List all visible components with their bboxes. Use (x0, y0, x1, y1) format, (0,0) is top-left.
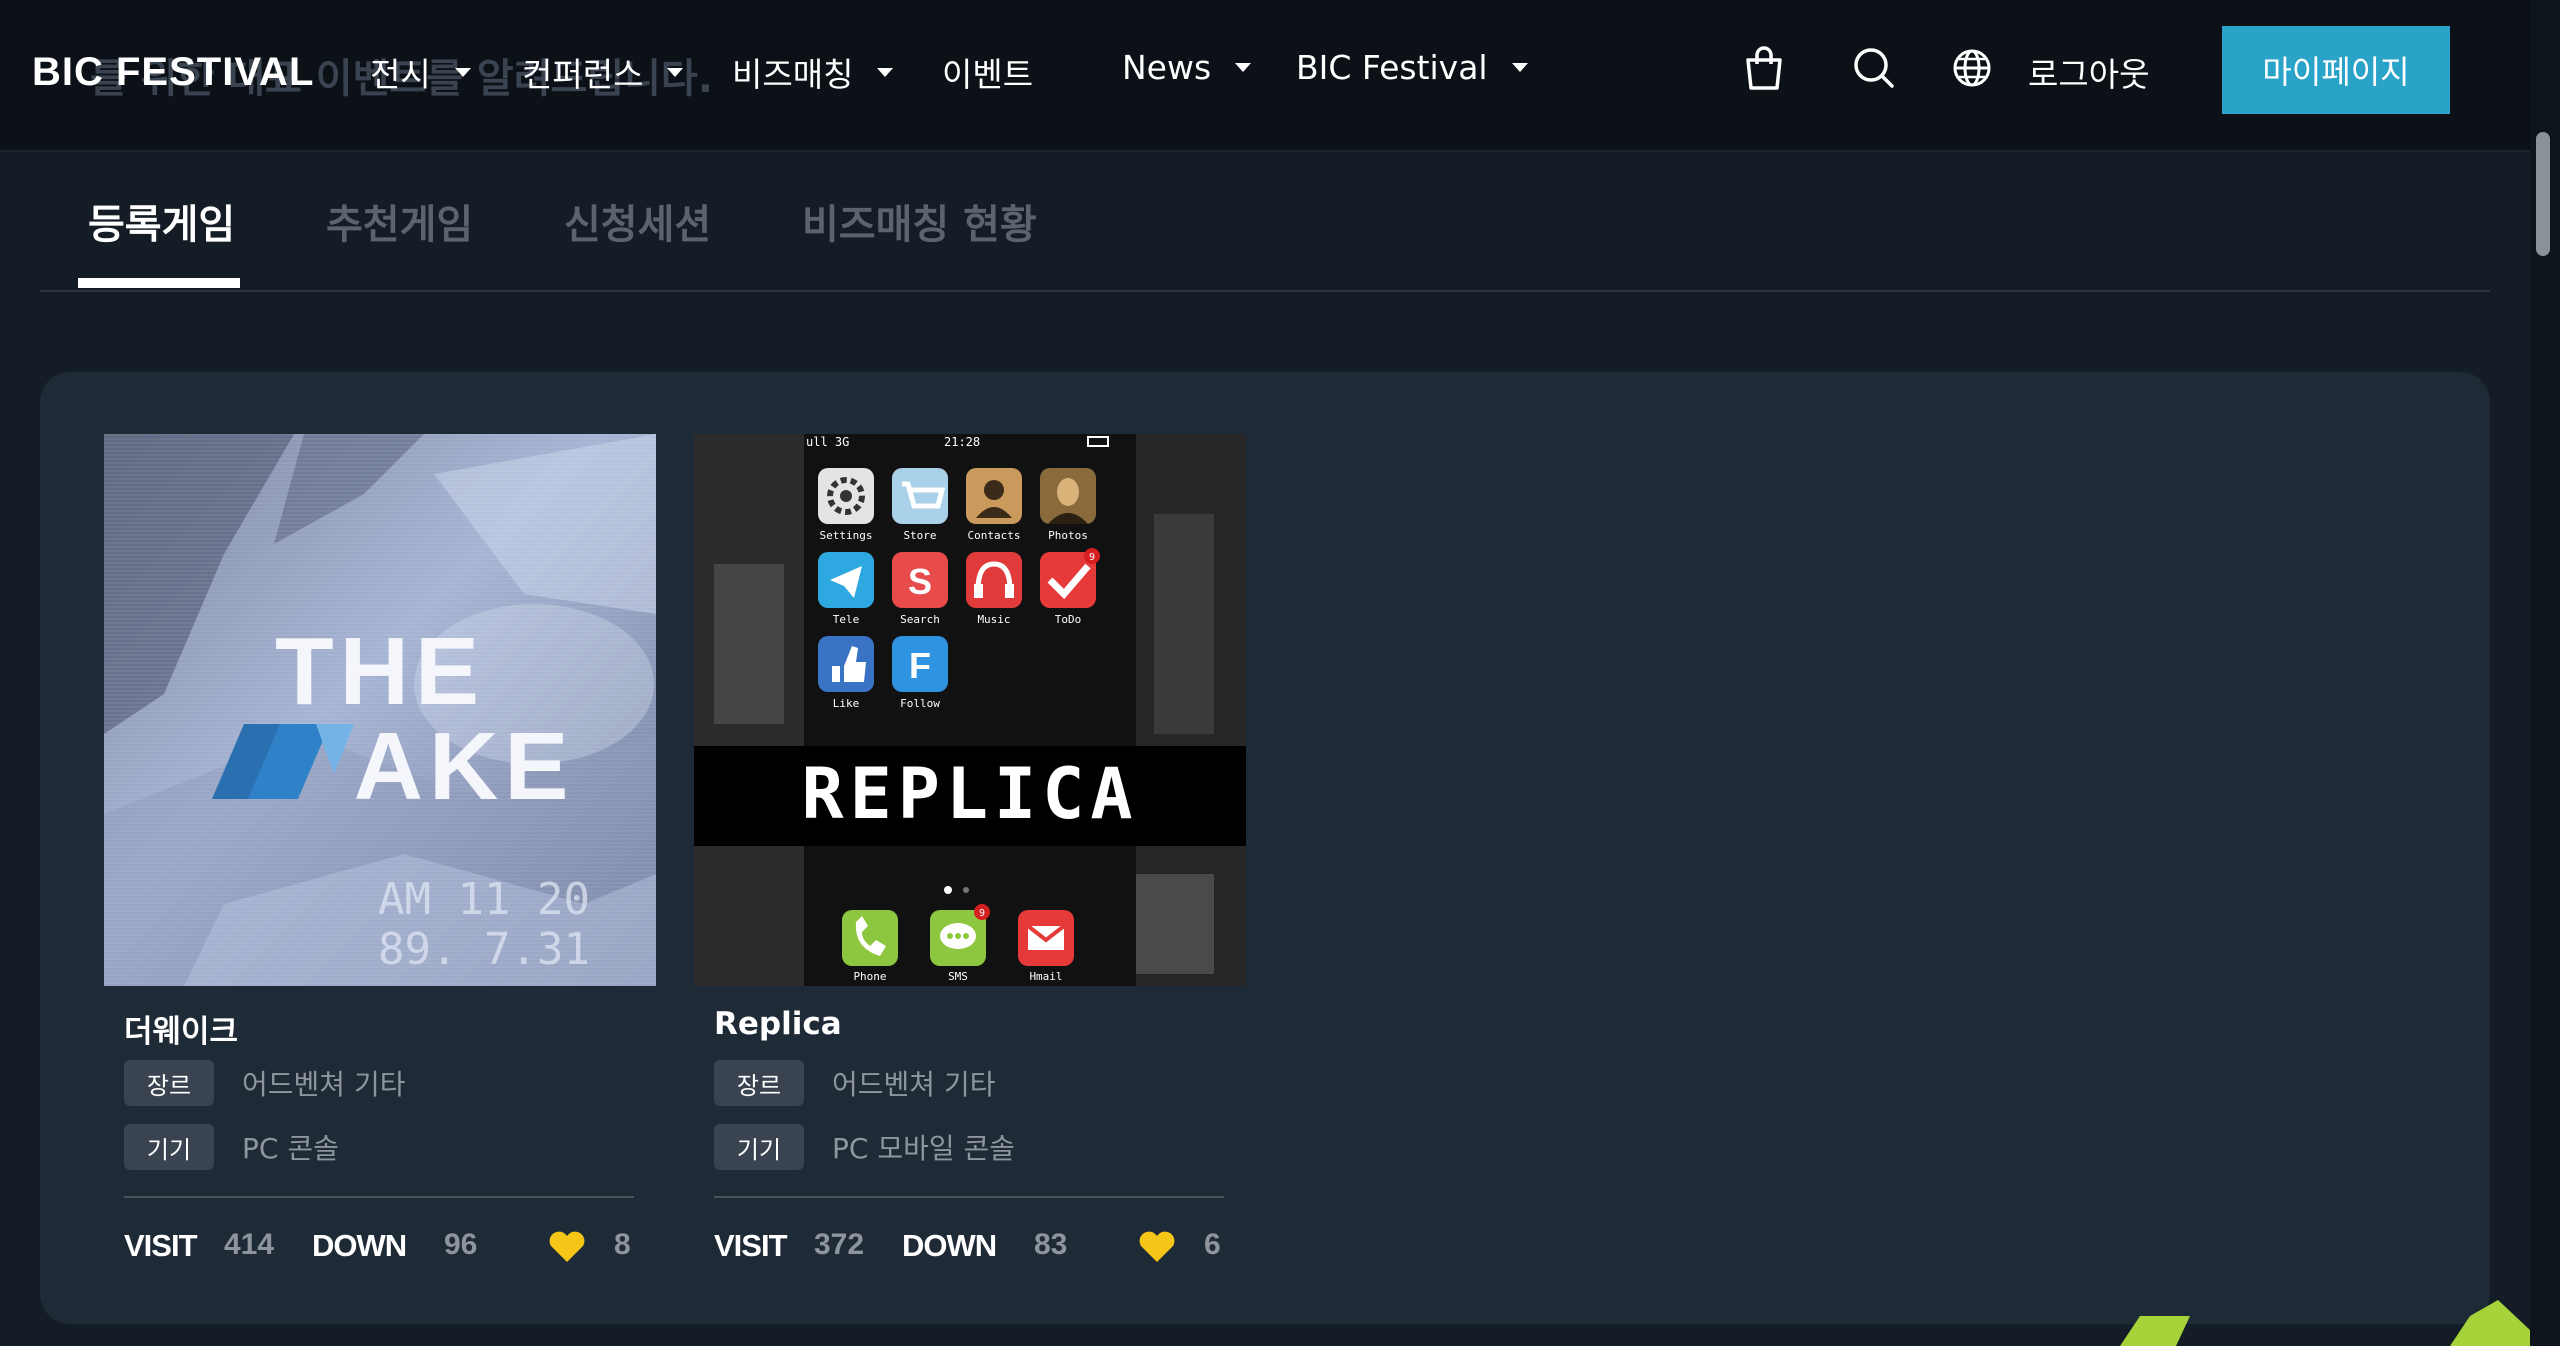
chevron-down-icon (877, 67, 894, 77)
app-label: Tele (833, 613, 860, 626)
down-label: DOWN (902, 1228, 997, 1263)
genre-row: 장르 어드벤쳐 기타 (714, 1060, 995, 1106)
visit-count: 414 (224, 1228, 275, 1261)
app-label: Music (977, 613, 1010, 626)
device-row: 기기 PC 모바일 콘솔 (714, 1124, 1015, 1170)
genre-row: 장르 어드벤쳐 기타 (124, 1060, 405, 1106)
like-count: 8 (614, 1228, 631, 1261)
cover-title-line1: THE (275, 618, 485, 725)
nav-label: 이벤트 (942, 55, 1034, 94)
app-label: Store (903, 529, 936, 542)
vhs-timestamp-date: 89. 7.31 (378, 924, 590, 975)
app-label: Phone (853, 970, 886, 983)
tab-bizmatching-status[interactable]: 비즈매칭 현황 (802, 192, 1037, 250)
game-list-panel: THE AKE AM 11 20 89. 7.31 더웨이크 장르 어드벤쳐 기… (40, 372, 2490, 1324)
active-tab-indicator (78, 278, 240, 288)
device-badge: 기기 (714, 1124, 804, 1170)
game-title[interactable]: 더웨이크 (124, 1006, 238, 1051)
phone-app-icon (842, 910, 898, 966)
game-thumbnail[interactable]: THE AKE AM 11 20 89. 7.31 (104, 434, 656, 986)
game-title[interactable]: Replica (714, 1006, 842, 1042)
down-count: 83 (1034, 1228, 1068, 1261)
device-badge: 기기 (124, 1124, 214, 1170)
search-icon[interactable] (1852, 44, 1896, 92)
nav-event[interactable]: 이벤트 (942, 48, 1033, 96)
tab-recommended-games[interactable]: 추천게임 (326, 192, 473, 250)
svg-text:S: S (908, 561, 932, 602)
genre-value: 어드벤쳐 기타 (832, 1068, 996, 1101)
tab-applied-sessions[interactable]: 신청세션 (564, 192, 711, 250)
app-label: SMS (948, 970, 968, 983)
down-count: 96 (444, 1228, 478, 1261)
app-label: Hmail (1029, 970, 1062, 983)
device-value: PC 콘솔 (242, 1132, 339, 1165)
chevron-down-icon (667, 67, 684, 77)
app-label: Photos (1048, 529, 1088, 542)
globe-icon[interactable] (1952, 44, 1992, 92)
mypage-tabs: 등록게임 추천게임 신청세션 비즈매칭 현황 (40, 150, 2490, 292)
stats-row: VISIT 414 DOWN 96 8 (124, 1220, 634, 1270)
genre-badge: 장르 (124, 1060, 214, 1106)
nav-label: News (1122, 48, 1212, 87)
nav-exhibition[interactable]: 전시 (370, 48, 471, 96)
visit-label: VISIT (714, 1228, 788, 1263)
app-label: Contacts (968, 529, 1021, 542)
chevron-down-icon (1511, 63, 1528, 72)
cover-title-line2: AKE (354, 713, 575, 820)
top-header: 를 위한 대표 이벤트를 알려드립니다. BIC FESTIVAL 전시 컨퍼런… (0, 0, 2530, 152)
shopping-bag-icon[interactable] (1744, 44, 1784, 92)
mypage-button[interactable]: 마이페이지 (2222, 26, 2450, 114)
game-thumbnail[interactable]: ull 3G 21:28 Settings Store Contacts Pho… (694, 434, 1246, 986)
heart-icon[interactable] (1138, 1230, 1176, 1264)
sms-badge: 9 (979, 908, 985, 919)
svg-text:F: F (909, 645, 931, 686)
nav-label: 비즈매칭 (732, 55, 854, 94)
device-row: 기기 PC 콘솔 (124, 1124, 339, 1170)
heart-icon[interactable] (548, 1230, 586, 1264)
like-count: 6 (1204, 1228, 1221, 1261)
chevron-down-icon (454, 67, 471, 77)
app-label: Settings (820, 529, 873, 542)
app-label: Follow (900, 697, 940, 710)
device-value: PC 모바일 콘솔 (832, 1132, 1016, 1165)
divider (714, 1196, 1224, 1198)
genre-badge: 장르 (714, 1060, 804, 1106)
stats-row: VISIT 372 DOWN 83 6 (714, 1220, 1224, 1270)
tab-registered-games[interactable]: 등록게임 (88, 192, 235, 250)
replica-cover-art: ull 3G 21:28 Settings Store Contacts Pho… (694, 434, 1246, 986)
vhs-timestamp-time: AM 11 20 (378, 874, 590, 925)
site-logo[interactable]: BIC FESTIVAL (32, 50, 314, 95)
music-icon (966, 552, 1022, 608)
divider (124, 1196, 634, 1198)
nav-bizmatching[interactable]: 비즈매칭 (732, 48, 894, 96)
scrollbar-thumb[interactable] (2536, 132, 2550, 256)
app-label: ToDo (1055, 613, 1082, 626)
app-label: Like (833, 697, 860, 710)
nav-label: 컨퍼런스 (522, 55, 644, 94)
visit-count: 372 (814, 1228, 865, 1261)
visit-label: VISIT (124, 1228, 198, 1263)
app-label: Search (900, 613, 940, 626)
the-wake-cover-art: THE AKE AM 11 20 89. 7.31 (104, 434, 656, 986)
phone-clock: 21:28 (944, 435, 980, 449)
nav-label: BIC Festival (1296, 48, 1488, 87)
nav-label: 전시 (370, 55, 431, 94)
genre-value: 어드벤쳐 기타 (242, 1068, 406, 1101)
todo-badge: 9 (1089, 552, 1095, 563)
phone-signal: ull 3G (806, 435, 849, 449)
chevron-down-icon (1235, 63, 1252, 72)
logout-link[interactable]: 로그아웃 (2028, 48, 2149, 96)
nav-news[interactable]: News (1122, 48, 1252, 87)
down-label: DOWN (312, 1228, 407, 1263)
decorative-shapes (2120, 1300, 2530, 1346)
nav-bic-festival[interactable]: BIC Festival (1296, 48, 1528, 87)
nav-conference[interactable]: 컨퍼런스 (522, 48, 684, 96)
replica-logo: REPLICA (801, 753, 1138, 835)
